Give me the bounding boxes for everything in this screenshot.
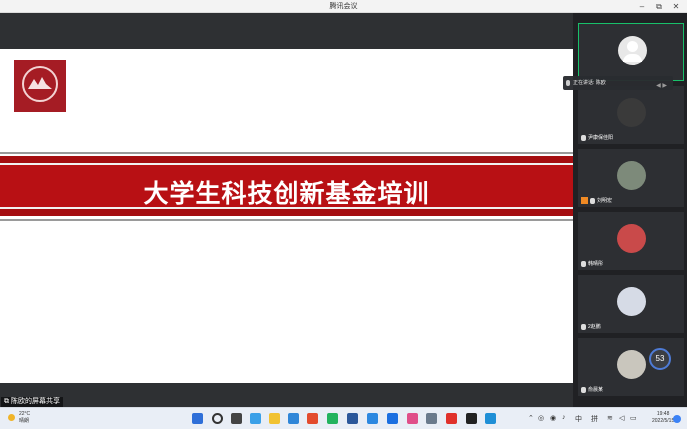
avatar — [617, 287, 646, 316]
clock[interactable]: 19:48 2022/5/15 — [652, 411, 674, 425]
network-speed-badge: 53 — [649, 348, 671, 370]
start-icon[interactable] — [192, 413, 203, 424]
taskbar: 22°C 晴朗 ⌃ ◎ ◉ ♪ 中 拼 ≋ ◁ ▭ 19:48 2022/5/1… — [0, 407, 687, 429]
app-icon[interactable] — [485, 413, 496, 424]
file-explorer-icon[interactable] — [269, 413, 280, 424]
camera-off-icon — [581, 197, 588, 204]
participant-name: 尹康保佳阳 — [588, 135, 614, 141]
mic-icon — [566, 80, 570, 86]
avatar — [617, 161, 646, 190]
mic-icon — [581, 260, 586, 267]
participant-tile[interactable]: 2赵鹏 — [578, 275, 684, 333]
word-icon[interactable] — [347, 413, 358, 424]
qq-icon[interactable] — [466, 413, 477, 424]
mic-icon — [581, 386, 586, 393]
settings-icon[interactable] — [426, 413, 437, 424]
chevron-up-icon[interactable]: ⌃ — [528, 414, 534, 422]
mic-icon — [581, 134, 586, 141]
presentation-slide: 大学生科技创新基金培训 — [0, 49, 573, 383]
battery-icon[interactable]: ▭ — [630, 414, 637, 422]
close-button[interactable]: ✕ — [668, 0, 684, 13]
slide-divider — [0, 219, 573, 221]
title-band: 大学生科技创新基金培训 — [0, 156, 573, 216]
tray-icon[interactable]: ◉ — [550, 414, 556, 422]
participant-name: 2赵鹏 — [588, 324, 601, 330]
participant-tile[interactable]: 刘明宏 — [578, 149, 684, 207]
default-avatar-icon — [618, 36, 647, 65]
ime-language[interactable]: 中 — [575, 414, 582, 424]
avatar — [617, 350, 646, 379]
avatar — [617, 224, 646, 253]
volume-icon[interactable]: ◁ — [619, 414, 624, 422]
screen-share-label: ⧉ 陈欧的屏幕共享 — [1, 397, 63, 407]
app-icon[interactable] — [407, 413, 418, 424]
weather-widget[interactable]: 22°C 晴朗 — [8, 411, 30, 425]
avatar — [617, 98, 646, 127]
participant-tile[interactable]: 韩晴彤 — [578, 212, 684, 270]
tencent-meeting-icon[interactable] — [387, 413, 398, 424]
slide-top-margin — [0, 13, 573, 49]
mic-icon — [581, 323, 586, 330]
task-view-icon[interactable] — [231, 413, 242, 424]
clock-time: 19:48 — [656, 411, 670, 417]
weather-desc: 晴朗 — [19, 418, 30, 424]
tray-icon[interactable]: ◎ — [538, 414, 544, 422]
slide-bottom-margin — [0, 383, 573, 407]
app-icon[interactable] — [367, 413, 378, 424]
app-icon[interactable] — [446, 413, 457, 424]
window-titlebar: 腾讯会议 – ⧉ ✕ — [0, 0, 687, 13]
clock-date: 2022/5/15 — [652, 418, 675, 424]
university-logo-icon — [14, 60, 66, 112]
speaking-text: 正在讲话: 陈欧 — [573, 80, 606, 86]
minimize-button[interactable]: – — [634, 0, 650, 13]
window-title: 腾讯会议 — [329, 3, 358, 10]
share-icon: ⧉ — [4, 398, 11, 405]
participant-tile[interactable]: 尹康保佳阳 — [578, 86, 684, 144]
screen-share-area: 大学生科技创新基金培训 — [0, 13, 573, 407]
participant-name: 韩晴彤 — [588, 261, 604, 267]
notification-icon[interactable] — [673, 415, 681, 423]
weather-temp: 22°C — [19, 411, 31, 417]
participant-tile[interactable]: 53 俞晨某 — [578, 338, 684, 396]
participant-panel: 尹康保佳阳 刘明宏 韩晴彤 2赵鹏 53 俞晨某 — [573, 13, 687, 407]
moon-icon — [8, 414, 15, 421]
browser-icon[interactable] — [288, 413, 299, 424]
wechat-icon[interactable] — [327, 413, 338, 424]
participant-tile[interactable] — [578, 23, 684, 81]
wifi-icon[interactable]: ≋ — [607, 414, 613, 422]
participant-name: 俞晨某 — [588, 387, 604, 393]
mic-tray-icon[interactable]: ♪ — [562, 414, 566, 421]
participant-name: 刘明宏 — [597, 198, 613, 204]
slide-divider — [0, 152, 573, 154]
office-icon[interactable] — [307, 413, 318, 424]
speaking-indicator: 正在讲话: 陈欧 ◀ ▶ — [563, 76, 673, 90]
search-icon[interactable] — [212, 413, 223, 424]
scroll-arrows-icon[interactable]: ◀ ▶ — [656, 79, 667, 93]
slide-title: 大学生科技创新基金培训 — [143, 180, 430, 208]
mic-icon — [590, 197, 595, 204]
ime-mode[interactable]: 拼 — [591, 414, 598, 424]
restore-button[interactable]: ⧉ — [651, 0, 667, 13]
edge-icon[interactable] — [250, 413, 261, 424]
